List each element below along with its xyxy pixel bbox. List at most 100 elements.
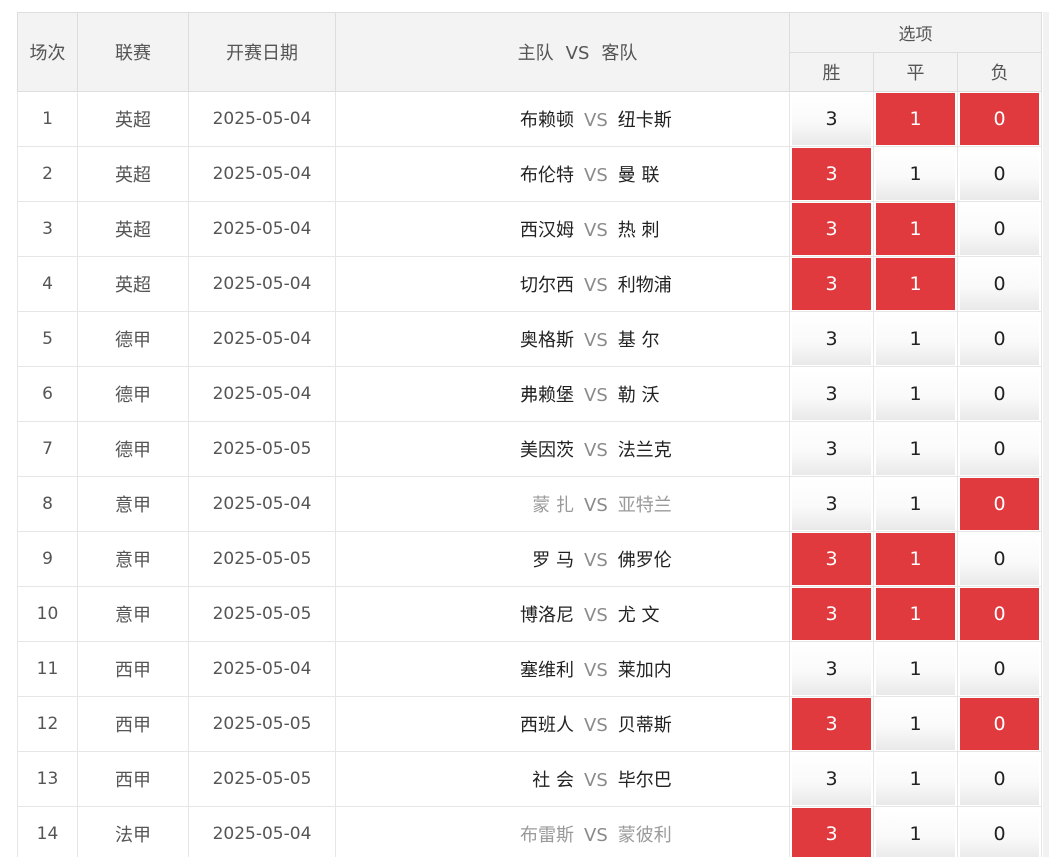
draw-option-button[interactable]: 1 (876, 368, 955, 420)
draw-option-button[interactable]: 1 (876, 258, 955, 310)
vs-label: VS (584, 440, 608, 461)
vs-label: VS (584, 330, 608, 351)
match-date: 2025-05-04 (188, 641, 336, 697)
draw-option-button[interactable]: 1 (876, 423, 955, 475)
draw-option-button[interactable]: 1 (876, 808, 955, 857)
vs-label: VS (584, 165, 608, 186)
match-teams: 美因茨 VS 法兰克 (335, 421, 790, 477)
vertical-scrollbar[interactable] (1043, 12, 1049, 857)
home-team: 切尔西 (520, 275, 574, 296)
vs-label: VS (584, 220, 608, 241)
table-body: 1 英超 2025-05-04 布赖顿 VS 纽卡斯 3 1 0 2 英超 2025-05-04 布伦特… (17, 91, 1049, 857)
away-team: 法兰克 (617, 440, 672, 461)
lose-option-button[interactable]: 0 (960, 533, 1040, 585)
header-win: 胜 (789, 52, 874, 92)
home-team: 西班人 (520, 715, 574, 736)
home-team: 奥格斯 (520, 330, 574, 351)
draw-option-button[interactable]: 1 (876, 588, 955, 640)
draw-cell: 1 (873, 476, 958, 532)
lose-option-button[interactable]: 0 (960, 753, 1040, 805)
draw-option-button[interactable]: 1 (876, 478, 955, 530)
match-date: 2025-05-05 (188, 751, 336, 807)
lose-option-button[interactable]: 0 (960, 148, 1040, 200)
match-teams: 博洛尼 VS 尤 文 (335, 586, 790, 642)
lose-cell: 0 (957, 696, 1043, 752)
match-teams: 弗赖堡 VS 勒 沃 (335, 366, 790, 422)
match-date: 2025-05-04 (188, 201, 336, 257)
draw-cell: 1 (873, 586, 958, 642)
draw-cell: 1 (873, 201, 958, 257)
match-index: 7 (17, 421, 78, 477)
table-header: 场次 联赛 开赛日期 主队 VS 客队 选项 胜 平 负 (17, 12, 1049, 92)
lose-cell: 0 (957, 256, 1043, 312)
home-team: 塞维利 (520, 660, 574, 681)
draw-option-button[interactable]: 1 (876, 148, 955, 200)
league-name: 意甲 (77, 586, 189, 642)
lose-option-button[interactable]: 0 (960, 643, 1040, 695)
draw-cell: 1 (873, 641, 958, 697)
draw-option-button[interactable]: 1 (876, 93, 955, 145)
draw-option-button[interactable]: 1 (876, 698, 955, 750)
table-row: 4 英超 2025-05-04 切尔西 VS 利物浦 3 1 0 (17, 256, 1049, 312)
lose-cell: 0 (957, 806, 1043, 857)
away-team: 佛罗伦 (617, 550, 672, 571)
table-row: 10 意甲 2025-05-05 博洛尼 VS 尤 文310 (17, 586, 1049, 642)
header-vs: VS (565, 43, 590, 64)
table-row: 6 德甲 2025-05-04 弗赖堡 VS 勒 沃310 (17, 366, 1049, 422)
league-name: 德甲 (77, 421, 189, 477)
table-row: 3 英超 2025-05-04 西汉姆 VS 热 刺310 (17, 201, 1049, 257)
table-row: 12 西甲 2025-05-05 西班人 VS 贝蒂斯 3 1 0 (17, 696, 1049, 752)
table-row: 13 西甲 2025-05-05 社 会 VS 毕尔巴 3 1 0 (17, 751, 1049, 807)
lose-option-button[interactable]: 0 (960, 368, 1040, 420)
lose-cell: 0 (957, 311, 1043, 367)
lose-option-button[interactable]: 0 (960, 313, 1040, 365)
away-team: 贝蒂斯 (617, 715, 672, 736)
league-name: 意甲 (77, 476, 189, 532)
home-team: 美因茨 (520, 440, 574, 461)
match-teams: 蒙 扎 VS 亚特兰 (335, 476, 790, 532)
lose-option-button[interactable]: 0 (960, 203, 1040, 255)
lose-option-button[interactable]: 0 (960, 258, 1040, 310)
vs-label: VS (584, 605, 608, 626)
header-home: 主队 (517, 43, 554, 64)
match-index: 9 (17, 531, 78, 587)
away-team: 蒙彼利 (617, 825, 672, 846)
away-team: 毕尔巴 (617, 770, 672, 791)
lose-cell: 0 (957, 146, 1043, 202)
draw-option-button[interactable]: 1 (876, 643, 955, 695)
match-date: 2025-05-04 (188, 366, 336, 422)
lose-option-button[interactable]: 0 (960, 423, 1040, 475)
lose-option-button[interactable]: 0 (960, 588, 1040, 640)
lose-option-button[interactable]: 0 (960, 93, 1040, 145)
draw-option-button[interactable]: 1 (876, 533, 955, 585)
table-row: 9 意甲 2025-05-05 罗 马 VS 佛罗伦 3 1 0 (17, 531, 1049, 587)
lose-cell: 0 (957, 366, 1043, 422)
table-row: 8 意甲 2025-05-04 蒙 扎 VS 亚特兰 3 1 0 (17, 476, 1049, 532)
league-name: 西甲 (77, 641, 189, 697)
match-index: 5 (17, 311, 78, 367)
away-team: 基 尔 (617, 330, 660, 351)
league-name: 意甲 (77, 531, 189, 587)
away-team: 热 刺 (617, 220, 660, 241)
lose-option-button[interactable]: 0 (960, 808, 1040, 857)
draw-cell: 1 (873, 421, 958, 477)
vs-label: VS (584, 715, 608, 736)
vs-label: VS (584, 550, 608, 571)
lose-option-button[interactable]: 0 (960, 478, 1040, 530)
match-teams: 塞维利 VS 莱加内 (335, 641, 790, 697)
lose-cell: 0 (957, 421, 1043, 477)
away-team: 莱加内 (617, 660, 672, 681)
draw-option-button[interactable]: 1 (876, 203, 955, 255)
header-draw: 平 (873, 52, 958, 92)
draw-cell: 1 (873, 531, 958, 587)
lose-option-button[interactable]: 0 (960, 698, 1040, 750)
draw-option-button[interactable]: 1 (876, 753, 955, 805)
match-index: 6 (17, 366, 78, 422)
lose-cell: 0 (957, 531, 1043, 587)
match-teams: 奥格斯 VS 基 尔 (335, 311, 790, 367)
header-league: 联赛 (77, 12, 189, 92)
draw-option-button[interactable]: 1 (876, 313, 955, 365)
league-name: 西甲 (77, 696, 189, 752)
vs-label: VS (584, 495, 608, 516)
vs-label: VS (584, 110, 608, 131)
